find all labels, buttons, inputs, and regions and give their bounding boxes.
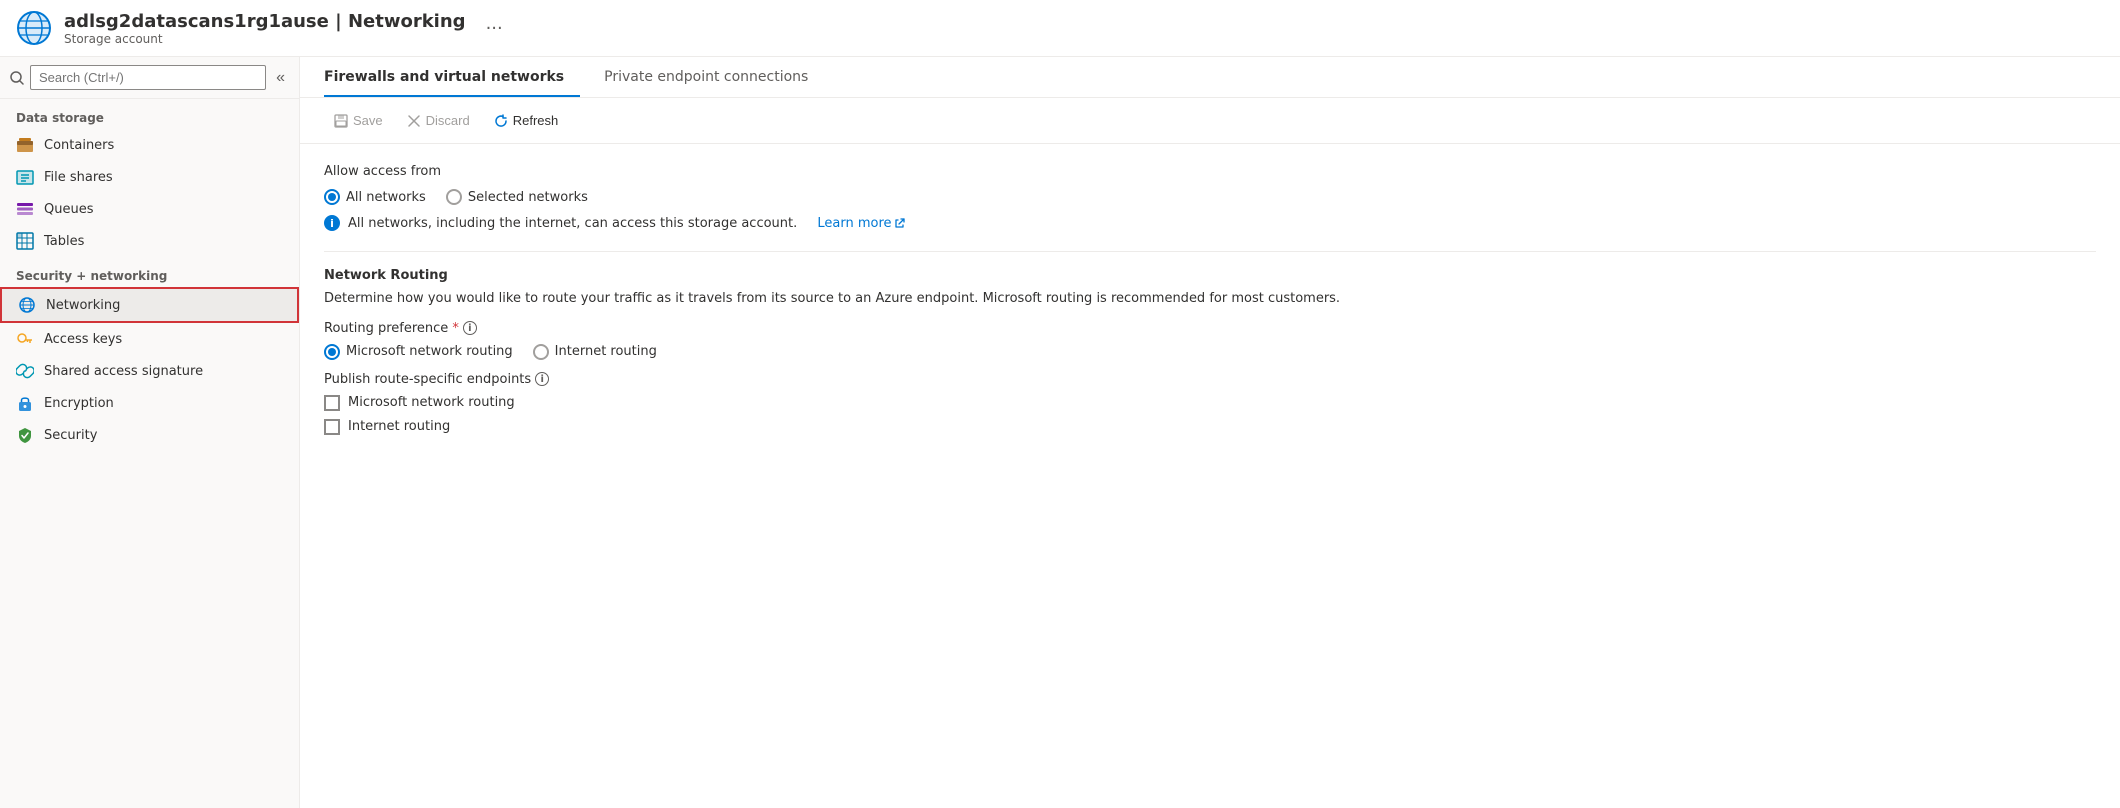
save-button[interactable]: Save xyxy=(324,108,393,133)
microsoft-routing-option[interactable]: Microsoft network routing xyxy=(324,344,513,360)
routing-label-text: Routing preference xyxy=(324,321,448,336)
learn-more-link[interactable]: Learn more xyxy=(817,216,905,231)
sidebar-item-file-shares[interactable]: File shares xyxy=(0,161,299,193)
save-label: Save xyxy=(353,113,383,128)
refresh-label: Refresh xyxy=(513,113,559,128)
queues-icon xyxy=(16,200,34,218)
header-title-block: adlsg2datascans1rg1ause | Networking Sto… xyxy=(64,11,466,46)
security-label: Security xyxy=(44,428,97,443)
selected-networks-option[interactable]: Selected networks xyxy=(446,189,588,205)
internet-routing-option[interactable]: Internet routing xyxy=(533,344,657,360)
main-layout: « Data storage Containers xyxy=(0,57,2120,808)
encryption-icon xyxy=(16,394,34,412)
tabs-bar: Firewalls and virtual networks Private e… xyxy=(300,57,2120,98)
external-link-icon xyxy=(894,217,906,229)
sidebar-item-sas[interactable]: Shared access signature xyxy=(0,355,299,387)
all-networks-label: All networks xyxy=(346,190,426,205)
publish-info-icon[interactable]: i xyxy=(535,372,549,386)
publish-endpoints-text: Publish route-specific endpoints xyxy=(324,372,531,387)
publish-internet-routing-checkbox[interactable]: Internet routing xyxy=(324,419,2096,435)
microsoft-routing-radio[interactable] xyxy=(324,344,340,360)
content-area: Firewalls and virtual networks Private e… xyxy=(300,57,2120,808)
page-subtitle: Storage account xyxy=(64,32,466,46)
all-networks-radio[interactable] xyxy=(324,189,340,205)
access-keys-icon xyxy=(16,330,34,348)
publish-microsoft-label: Microsoft network routing xyxy=(348,395,515,410)
search-input[interactable] xyxy=(30,65,266,90)
routing-preference-label: Routing preference * i xyxy=(324,321,2096,336)
selected-networks-label: Selected networks xyxy=(468,190,588,205)
internet-routing-label: Internet routing xyxy=(555,344,657,359)
tables-icon xyxy=(16,232,34,250)
selected-networks-radio[interactable] xyxy=(446,189,462,205)
networking-label: Networking xyxy=(46,298,120,313)
allow-access-label: Allow access from xyxy=(324,164,2096,179)
sidebar-item-queues[interactable]: Queues xyxy=(0,193,299,225)
containers-icon xyxy=(16,136,34,154)
internet-routing-checkbox[interactable] xyxy=(324,419,340,435)
resource-icon xyxy=(16,10,52,46)
all-networks-option[interactable]: All networks xyxy=(324,189,426,205)
routing-radio-group: Microsoft network routing Internet routi… xyxy=(324,344,2096,360)
containers-label: Containers xyxy=(44,138,114,153)
toolbar: Save Discard Refresh xyxy=(300,98,2120,144)
access-keys-label: Access keys xyxy=(44,332,122,347)
top-header: adlsg2datascans1rg1ause | Networking Sto… xyxy=(0,0,2120,57)
sidebar-section-security-networking: Security + networking xyxy=(0,257,299,287)
queues-label: Queues xyxy=(44,202,93,217)
tab-private-endpoints[interactable]: Private endpoint connections xyxy=(604,57,824,97)
tab-firewalls[interactable]: Firewalls and virtual networks xyxy=(324,57,580,97)
access-radio-group: All networks Selected networks xyxy=(324,189,2096,205)
encryption-label: Encryption xyxy=(44,396,114,411)
publish-internet-label: Internet routing xyxy=(348,419,450,434)
networking-icon xyxy=(18,296,36,314)
network-routing-title: Network Routing xyxy=(324,268,2096,283)
sidebar-scroll: Data storage Containers xyxy=(0,99,299,808)
sidebar-section-data-storage: Data storage xyxy=(0,99,299,129)
sidebar-item-networking[interactable]: Networking xyxy=(0,287,299,323)
refresh-icon xyxy=(494,114,508,128)
learn-more-label: Learn more xyxy=(817,216,891,231)
refresh-button[interactable]: Refresh xyxy=(484,108,569,133)
discard-icon xyxy=(407,114,421,128)
info-text: All networks, including the internet, ca… xyxy=(348,216,797,231)
page-title: adlsg2datascans1rg1ause | Networking xyxy=(64,11,466,32)
required-indicator: * xyxy=(452,321,459,336)
sidebar-search-bar: « xyxy=(0,57,299,99)
sidebar: « Data storage Containers xyxy=(0,57,300,808)
discard-label: Discard xyxy=(426,113,470,128)
sas-label: Shared access signature xyxy=(44,364,203,379)
info-message: i All networks, including the internet, … xyxy=(324,215,2096,231)
tables-label: Tables xyxy=(44,234,84,249)
file-shares-icon xyxy=(16,168,34,186)
divider-1 xyxy=(324,251,2096,252)
content-body: Allow access from All networks Selected … xyxy=(300,144,2120,463)
publish-microsoft-routing-checkbox[interactable]: Microsoft network routing xyxy=(324,395,2096,411)
publish-endpoints-label: Publish route-specific endpoints i xyxy=(324,372,2096,387)
discard-button[interactable]: Discard xyxy=(397,108,480,133)
sidebar-item-containers[interactable]: Containers xyxy=(0,129,299,161)
sas-icon xyxy=(16,362,34,380)
save-icon xyxy=(334,114,348,128)
collapse-sidebar-button[interactable]: « xyxy=(272,67,289,89)
internet-routing-radio[interactable] xyxy=(533,344,549,360)
routing-info-icon[interactable]: i xyxy=(463,321,477,335)
network-routing-desc: Determine how you would like to route yo… xyxy=(324,289,2096,309)
sidebar-item-access-keys[interactable]: Access keys xyxy=(0,323,299,355)
microsoft-routing-checkbox[interactable] xyxy=(324,395,340,411)
sidebar-item-security[interactable]: Security xyxy=(0,419,299,451)
security-icon xyxy=(16,426,34,444)
info-icon: i xyxy=(324,215,340,231)
search-icon xyxy=(10,71,24,85)
microsoft-routing-label: Microsoft network routing xyxy=(346,344,513,359)
more-options-button[interactable]: ··· xyxy=(486,18,503,39)
sidebar-item-tables[interactable]: Tables xyxy=(0,225,299,257)
file-shares-label: File shares xyxy=(44,170,113,185)
sidebar-item-encryption[interactable]: Encryption xyxy=(0,387,299,419)
